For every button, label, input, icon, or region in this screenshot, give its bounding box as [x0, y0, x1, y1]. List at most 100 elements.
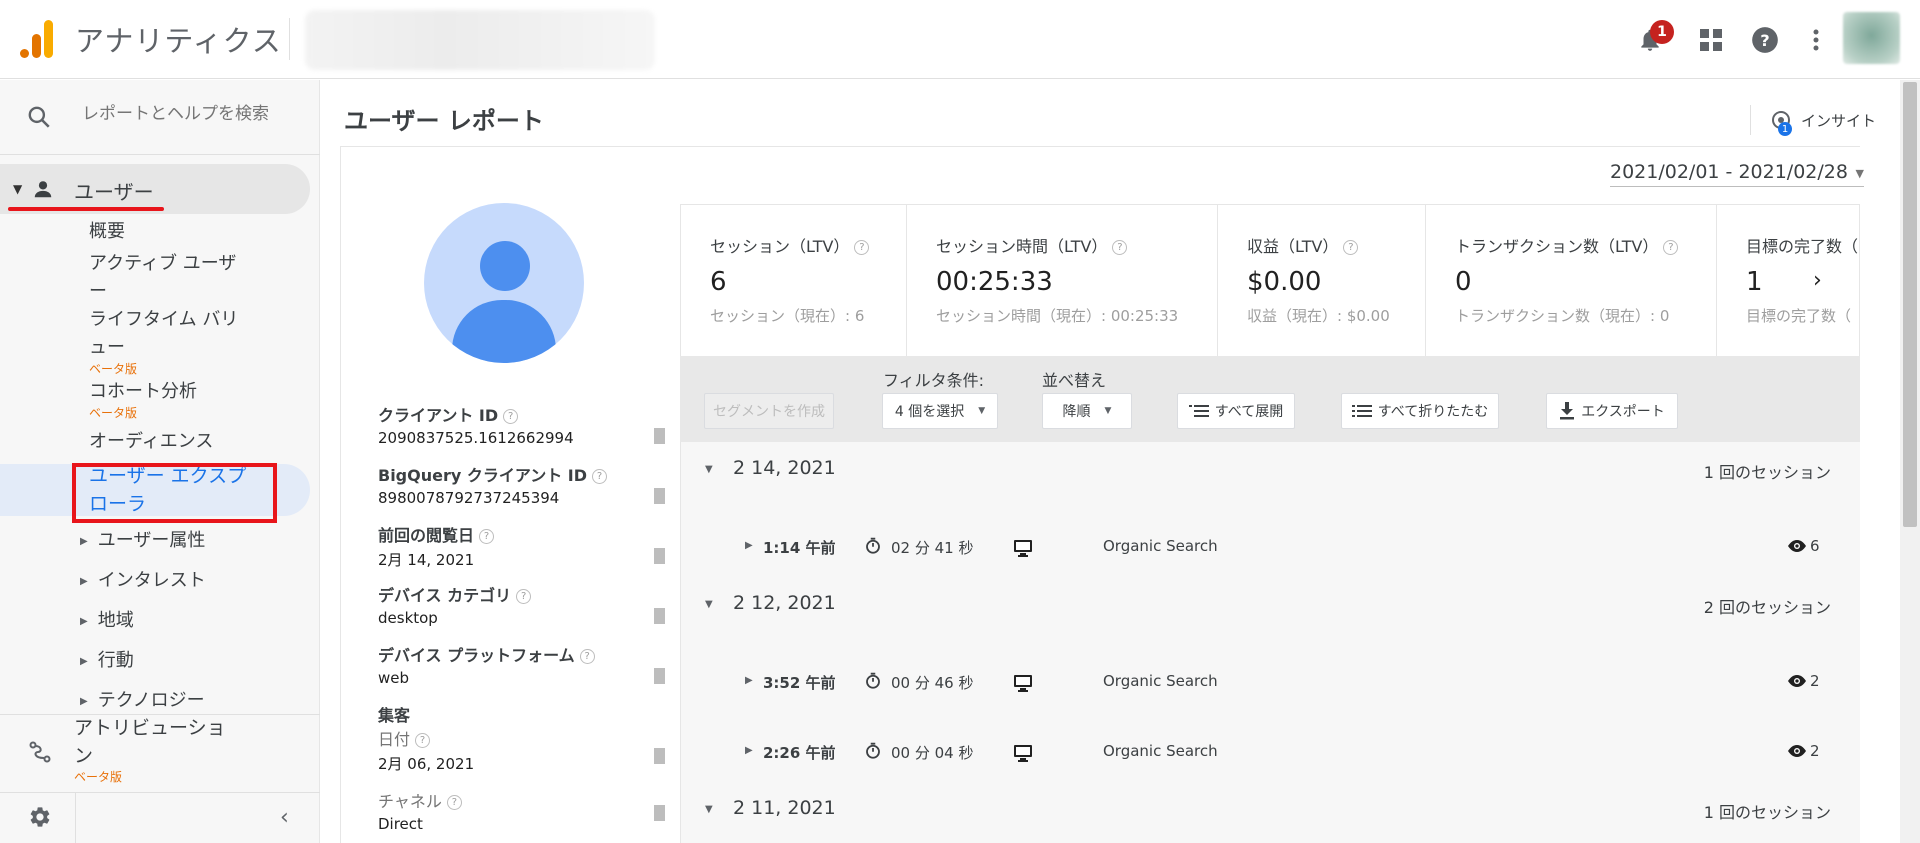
expand-all-button[interactable]: すべて展開 — [1177, 393, 1295, 429]
sort-dropdown[interactable]: 降順 ▼ — [1042, 393, 1132, 429]
list-icon — [1351, 404, 1372, 418]
search-input[interactable] — [82, 104, 302, 124]
beta-badge: ベータ版 — [89, 362, 138, 376]
sidebar-item-audience[interactable]: オーディエンス — [89, 428, 213, 456]
session-row[interactable]: ▶ 1:14 午前 02 分 41 秒 Organic Search 6 — [681, 529, 1861, 569]
svg-text:?: ? — [1760, 31, 1769, 50]
sidebar-item-overview[interactable]: 概要 — [89, 218, 125, 246]
dropdown-arrow-icon: ▼ — [1855, 167, 1864, 180]
caret-down-icon: ▼ — [705, 599, 713, 610]
prop-device-category: デバイス カテゴリ? desktop — [378, 582, 668, 627]
sidebar-group-demographics[interactable]: ▶ ユーザー属性 — [80, 526, 205, 552]
stopwatch-icon — [864, 742, 882, 764]
caret-right-icon: ▶ — [80, 655, 88, 667]
metric-revenue-ltv: 収益（LTV）? $0.00 収益（現在）: $0.00 — [1218, 205, 1426, 356]
help-icon[interactable]: ? — [1112, 240, 1128, 255]
expand-list-icon — [1188, 404, 1209, 418]
sidebar-item-active-users[interactable]: アクティブ ユーザ ー — [89, 250, 259, 306]
header-divider — [289, 18, 290, 60]
user-explorer-red-box — [72, 463, 277, 523]
help-icon[interactable]: ? — [1749, 24, 1781, 56]
more-vert-icon[interactable] — [1800, 24, 1832, 56]
caret-right-icon: ▶ — [80, 695, 88, 707]
caret-right-icon: ▶ — [745, 540, 753, 551]
caret-down-icon: ▼ — [705, 464, 713, 475]
copy-handle[interactable] — [654, 488, 665, 504]
create-segment-button[interactable]: セグメントを作成 — [704, 393, 834, 429]
top-header: アナリティクス 1 ? — [0, 0, 1920, 79]
help-icon[interactable]: ? — [446, 795, 462, 810]
copy-handle[interactable] — [654, 748, 665, 764]
help-icon[interactable]: ? — [479, 529, 495, 544]
copy-handle[interactable] — [654, 428, 665, 444]
analytics-logo-icon[interactable] — [20, 20, 54, 58]
insight-count-badge: 1 — [1778, 122, 1792, 136]
metric-session-duration-ltv: セッション時間（LTV）? 00:25:33 セッション時間（現在）: 00:2… — [907, 205, 1218, 356]
sidebar-group-behavior[interactable]: ▶ 行動 — [80, 646, 134, 672]
export-button[interactable]: エクスポート — [1546, 393, 1678, 429]
session-day-row[interactable]: ▼ 2 12, 2021 2 回のセッション — [681, 587, 1861, 627]
filter-label: フィルタ条件: — [883, 371, 985, 390]
session-row[interactable]: ▶ 3:52 午前 00 分 46 秒 Organic Search 2 — [681, 664, 1861, 704]
help-icon[interactable]: ? — [1663, 240, 1679, 255]
attribution-icon — [29, 741, 51, 763]
session-day-row[interactable]: ▼ 2 11, 2021 1 回のセッション — [681, 792, 1861, 832]
apps-grid-icon[interactable] — [1695, 24, 1727, 56]
help-icon[interactable]: ? — [503, 409, 519, 424]
divider — [75, 793, 76, 843]
copy-handle[interactable] — [654, 548, 665, 564]
caret-down-icon: ▼ — [705, 804, 713, 815]
session-row[interactable]: ▶ 2:26 午前 00 分 04 秒 Organic Search 2 — [681, 734, 1861, 774]
help-icon[interactable]: ? — [579, 649, 595, 664]
sidebar-search — [0, 80, 320, 150]
help-icon[interactable]: ? — [516, 589, 532, 604]
account-avatar[interactable] — [1843, 12, 1900, 64]
desktop-icon — [1013, 539, 1033, 561]
copy-handle[interactable] — [654, 668, 665, 684]
users-red-underline — [8, 207, 164, 211]
filter-dropdown[interactable]: 4 個を選択 ▼ — [882, 393, 998, 429]
date-range-value: 2021/02/01 - 2021/02/28 — [1610, 161, 1848, 183]
copy-handle[interactable] — [654, 608, 665, 624]
caret-right-icon: ▶ — [745, 745, 753, 756]
date-range-picker[interactable]: 2021/02/01 - 2021/02/28 ▼ — [1610, 161, 1864, 187]
session-day-row[interactable]: ▼ 2 14, 2021 1 回のセッション — [681, 452, 1861, 492]
divider — [0, 792, 320, 793]
chevron-right-icon[interactable]: › — [1813, 268, 1822, 293]
insight-button[interactable]: インサイト — [1750, 105, 1876, 135]
collapse-sidebar-icon[interactable]: ‹ — [280, 805, 289, 830]
sidebar-group-geo[interactable]: ▶ 地域 — [80, 606, 134, 632]
caret-right-icon: ▶ — [745, 675, 753, 686]
help-icon[interactable]: ? — [592, 469, 608, 484]
stopwatch-icon — [864, 672, 882, 694]
user-avatar — [424, 203, 584, 363]
copy-handle[interactable] — [654, 805, 665, 821]
sidebar-item-cohort[interactable]: コホート分析 ベータ版 — [89, 378, 197, 420]
help-icon[interactable]: ? — [854, 240, 870, 255]
prop-device-platform: デバイス プラットフォーム? web — [378, 642, 668, 687]
scrollbar-thumb[interactable] — [1903, 82, 1917, 527]
prop-acquisition: 集客 日付? 2月 06, 2021 チャネル? Direct — [378, 706, 475, 833]
sidebar-group-technology[interactable]: ▶ テクノロジー — [80, 686, 205, 712]
sidebar-item-lifetime-value[interactable]: ライフタイム バリ ュー ベータ版 — [89, 306, 259, 376]
caret-down-icon: ▼ — [13, 182, 23, 196]
eye-icon — [1788, 744, 1806, 762]
help-icon[interactable]: ? — [415, 733, 431, 748]
help-icon[interactable]: ? — [1343, 240, 1359, 255]
gear-icon[interactable] — [28, 805, 52, 829]
metric-transactions-ltv: トランザクション数（LTV）? 0 トランザクション数（現在）: 0 — [1426, 205, 1717, 356]
account-selector[interactable] — [305, 10, 655, 70]
sidebar-group-interests[interactable]: ▶ インタレスト — [80, 566, 206, 592]
caret-right-icon: ▶ — [80, 615, 88, 627]
collapse-all-button[interactable]: すべて折りたたむ — [1341, 393, 1499, 429]
prop-bigquery-id: BigQuery クライアント ID? 8980078792737245394 — [378, 462, 668, 507]
insight-label: インサイト — [1801, 111, 1877, 130]
stopwatch-icon — [864, 537, 882, 559]
metric-goal-completions: 目標の完了数（ 1 目標の完了数（ — [1746, 237, 1859, 325]
search-icon[interactable] — [26, 104, 52, 130]
session-toolbar: セグメントを作成 フィルタ条件: 4 個を選択 ▼ 並べ替え 降順 ▼ すべて展開 … — [680, 356, 1860, 442]
sort-label: 並べ替え — [1042, 371, 1107, 390]
sidebar: ▼ ユーザー 概要 アクティブ ユーザ ー ライフタイム バリ ューベータ版 コ… — [0, 80, 320, 843]
caret-right-icon: ▶ — [80, 535, 88, 547]
sidebar-item-attribution[interactable]: アトリビューショ ンベータ版 — [74, 714, 234, 784]
